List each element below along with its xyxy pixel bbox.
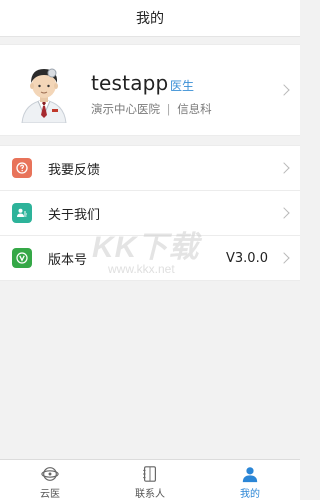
doctor-avatar-icon — [12, 59, 76, 124]
affiliation-separator: | — [166, 102, 171, 116]
menu-item-label: 版本号 — [48, 252, 88, 268]
profile-icon — [242, 467, 258, 483]
cloud-doctor-icon — [41, 467, 59, 481]
affiliation: 演示中心医院 | 信息科 — [91, 101, 212, 117]
page-title: 我的 — [136, 11, 164, 27]
feedback-icon — [12, 158, 32, 178]
bottom-tab-bar: 云医 联系人 我的 — [0, 459, 300, 500]
tab-label: 我的 — [240, 489, 260, 500]
tab-cloud-doctor[interactable]: 云医 — [0, 460, 100, 500]
hospital-name: 演示中心医院 — [91, 102, 160, 116]
about-us-icon — [12, 203, 32, 223]
menu-item-label: 关于我们 — [48, 207, 101, 223]
tab-profile[interactable]: 我的 — [200, 460, 300, 500]
top-bar: 我的 — [0, 0, 300, 37]
tab-label: 云医 — [40, 489, 60, 500]
chevron-right-icon — [278, 162, 290, 174]
role-badge: 医生 — [170, 79, 195, 93]
profile-card[interactable]: testapp 医生 演示中心医院 | 信息科 — [0, 44, 300, 136]
tab-contacts[interactable]: 联系人 — [100, 460, 200, 500]
department-name: 信息科 — [177, 102, 212, 116]
menu-item-about-us[interactable]: 关于我们 — [0, 191, 300, 236]
chevron-right-icon — [278, 207, 290, 219]
contacts-icon — [143, 466, 156, 482]
menu-item-feedback[interactable]: 我要反馈 — [0, 146, 300, 191]
version-value: V3.0.0 — [226, 250, 268, 266]
tab-label: 联系人 — [135, 489, 165, 500]
user-name: testapp — [91, 71, 169, 95]
settings-menu: 我要反馈 关于我们 版本号 V3.0.0 — [0, 145, 300, 281]
chevron-right-icon — [278, 252, 290, 264]
chevron-right-icon — [278, 84, 290, 96]
menu-item-version[interactable]: 版本号 V3.0.0 — [0, 236, 300, 280]
version-icon — [12, 248, 32, 268]
menu-item-label: 我要反馈 — [48, 162, 101, 178]
